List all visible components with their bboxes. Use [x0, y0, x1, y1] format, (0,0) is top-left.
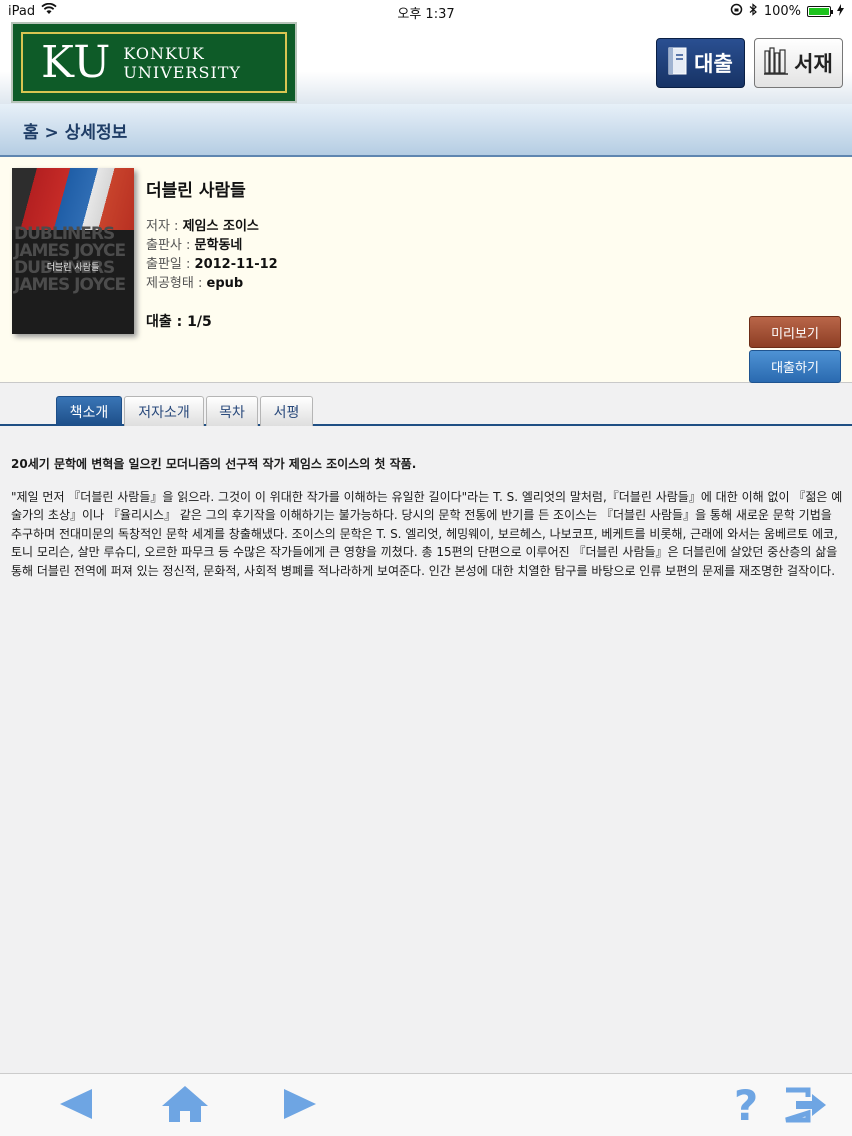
detail-tabs: 책소개 저자소개 목차 서평 [0, 395, 852, 426]
loan-button-label: 대출 [694, 52, 733, 76]
logo-initials: KU [41, 37, 112, 88]
konkuk-university-logo[interactable]: KU KONKUK UNIVERSITY [11, 22, 297, 103]
battery-icon [807, 6, 833, 17]
loan-status: 대출 : 1/5 [146, 314, 212, 330]
preview-button[interactable]: 미리보기 [749, 316, 841, 348]
help-icon[interactable]: ? [728, 1081, 764, 1130]
cover-painting [12, 168, 134, 230]
book-cover: DUBLINERS JAMES JOYCE DUBLINERS JAMES JO… [12, 168, 134, 334]
app-header: KU KONKUK UNIVERSITY 대출 서재 [0, 22, 852, 104]
forward-arrow-icon[interactable] [282, 1086, 318, 1126]
bookshelf-icon [764, 46, 789, 80]
breadcrumb: 홈 > 상세정보 [0, 104, 852, 157]
bluetooth-icon [749, 3, 758, 20]
format-row: 제공형태 : epub [146, 276, 244, 291]
publisher-row: 출판사 : 문학동네 [146, 238, 243, 253]
book-metadata: 저자 : 제임스 조이스 출판사 : 문학동네 출판일 : 2012-11-12… [146, 217, 278, 293]
description-lead: 20세기 문학에 변혁을 일으킨 모더니즘의 선구적 작가 제임스 조이스의 첫… [11, 457, 417, 471]
back-arrow-icon[interactable] [58, 1086, 94, 1126]
book-icon [668, 46, 688, 81]
tab-reviews[interactable]: 서평 [260, 396, 313, 426]
book-detail-panel: DUBLINERS JAMES JOYCE DUBLINERS JAMES JO… [0, 157, 852, 383]
home-icon[interactable] [160, 1084, 210, 1128]
book-title: 더블린 사람들 [146, 181, 246, 201]
format-value: epub [206, 276, 244, 291]
bookshelf-button-label: 서재 [794, 52, 833, 76]
svg-text:?: ? [734, 1082, 758, 1126]
logo-line-2: UNIVERSITY [123, 62, 241, 82]
cover-title: 더블린 사람들 [46, 263, 100, 273]
logout-icon[interactable] [782, 1086, 828, 1128]
bookshelf-button[interactable]: 서재 [754, 38, 843, 88]
breadcrumb-text[interactable]: 홈 > 상세정보 [23, 118, 127, 143]
tab-author-intro[interactable]: 저자소개 [124, 396, 204, 426]
orientation-lock-icon [730, 3, 743, 20]
battery-percent: 100% [763, 4, 801, 19]
author-value: 제임스 조이스 [182, 219, 259, 234]
charging-icon [837, 3, 844, 20]
bottom-toolbar: ? [0, 1073, 852, 1136]
clock: 오후 1:37 [397, 7, 455, 22]
publisher-value: 문학동네 [194, 238, 243, 253]
status-bar: iPad 오후 1:37 100% [0, 0, 852, 22]
tab-book-intro[interactable]: 책소개 [56, 396, 122, 426]
pubdate-value: 2012-11-12 [194, 257, 278, 272]
author-row: 저자 : 제임스 조이스 [146, 219, 259, 234]
loan-button[interactable]: 대출 [656, 38, 745, 88]
tab-table-of-contents[interactable]: 목차 [206, 396, 258, 426]
pubdate-row: 출판일 : 2012-11-12 [146, 257, 278, 272]
description-body: "제일 먼저 『더블린 사람들』을 읽으라. 그것이 이 위대한 작가를 이해하… [11, 489, 843, 578]
logo-line-1: KONKUK [123, 43, 205, 63]
book-description: 20세기 문학에 변혁을 일으킨 모더니즘의 선구적 작가 제임스 조이스의 첫… [11, 455, 843, 580]
borrow-button[interactable]: 대출하기 [749, 350, 841, 383]
